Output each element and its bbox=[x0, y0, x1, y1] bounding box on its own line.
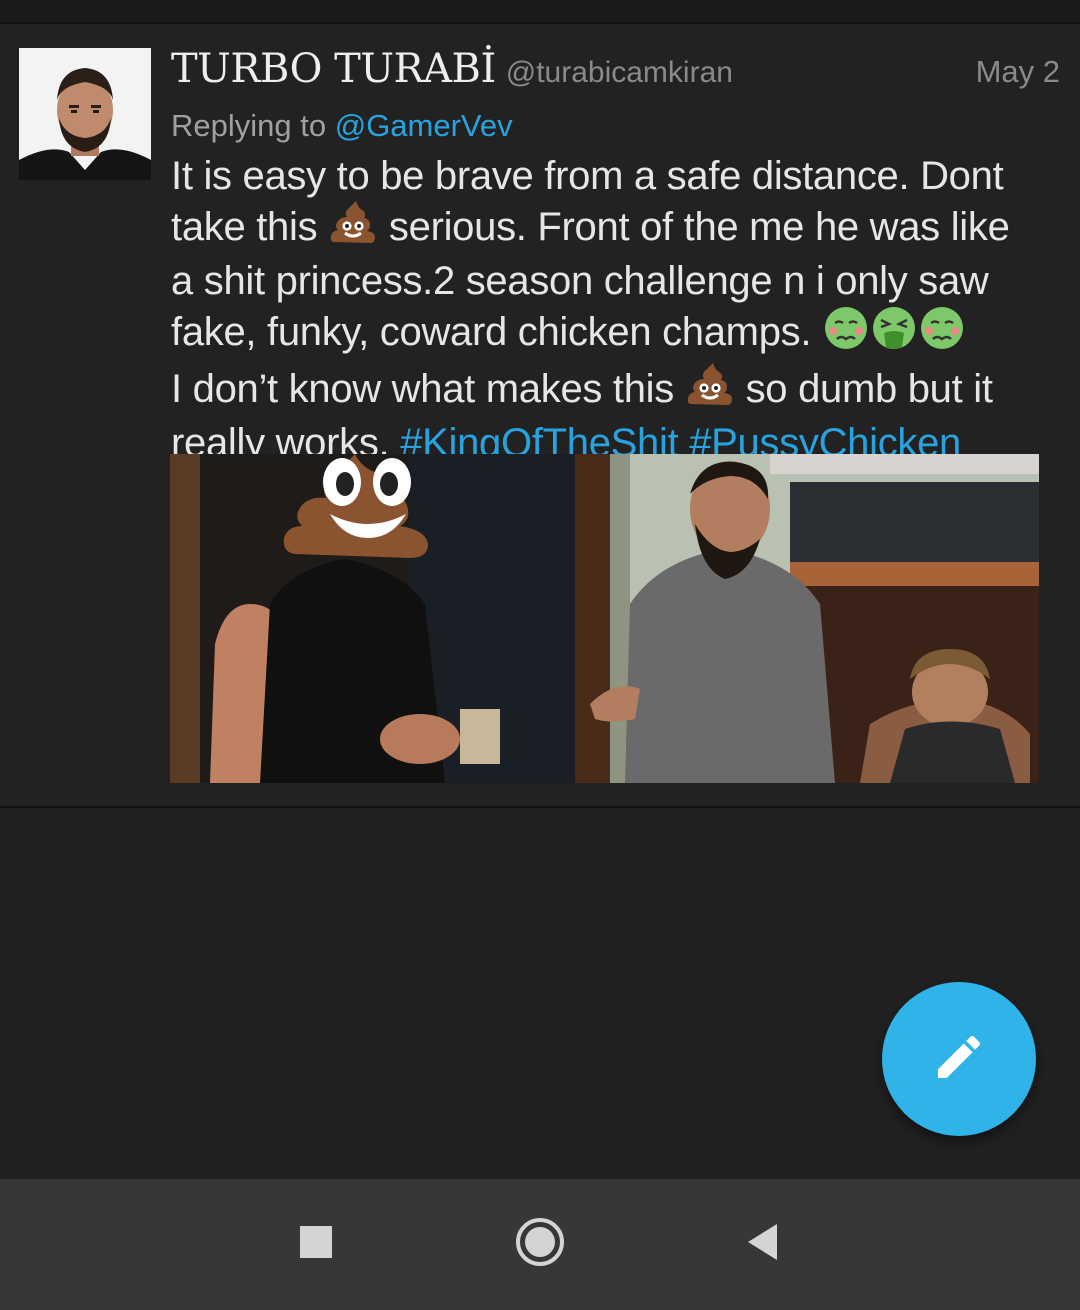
text-line: take this serious. Front of the me he wa… bbox=[171, 200, 1051, 257]
poop-emoji-icon bbox=[685, 362, 735, 419]
nauseated-face-emoji-icon bbox=[918, 305, 966, 362]
tweet-card[interactable]: TURBO TURABİ @turabicamkiran May 2 Replyi… bbox=[0, 24, 1080, 808]
back-button[interactable] bbox=[702, 1179, 822, 1310]
back-triangle-icon bbox=[745, 1222, 779, 1267]
avatar[interactable] bbox=[19, 48, 151, 180]
system-nav-bar bbox=[0, 1179, 1080, 1310]
poop-emoji-icon bbox=[328, 200, 378, 257]
pencil-icon bbox=[931, 1029, 987, 1090]
home-circle-icon bbox=[514, 1216, 566, 1273]
text-line: It is easy to be brave from a safe dista… bbox=[171, 154, 1004, 198]
recents-square-icon bbox=[299, 1225, 333, 1264]
tweet-photo[interactable] bbox=[170, 454, 1039, 783]
vomiting-face-emoji-icon bbox=[870, 305, 918, 362]
replying-to-link[interactable]: @GamerVev bbox=[335, 108, 513, 143]
compose-fab-button[interactable] bbox=[882, 982, 1036, 1136]
home-button[interactable] bbox=[480, 1179, 600, 1310]
replying-prefix: Replying to bbox=[171, 108, 327, 143]
tweet-text: It is easy to be brave from a safe dista… bbox=[171, 152, 1051, 467]
top-divider bbox=[0, 0, 1080, 24]
tweet-date: May 2 bbox=[975, 54, 1060, 89]
text-line: I don’t know what makes this so dumb but… bbox=[171, 362, 1051, 419]
text-line: fake, funky, coward chicken champs. bbox=[171, 305, 1051, 362]
author-name[interactable]: TURBO TURABİ @turabicamkiran bbox=[171, 46, 733, 92]
text-line: a shit princess.2 season challenge n i o… bbox=[171, 259, 989, 303]
author-handle: @turabicamkiran bbox=[505, 56, 733, 89]
replying-to: Replying to @GamerVev bbox=[171, 108, 513, 144]
recents-button[interactable] bbox=[256, 1179, 376, 1310]
nauseated-face-emoji-icon bbox=[822, 305, 870, 362]
author-display-name: TURBO TURABİ bbox=[171, 46, 496, 92]
